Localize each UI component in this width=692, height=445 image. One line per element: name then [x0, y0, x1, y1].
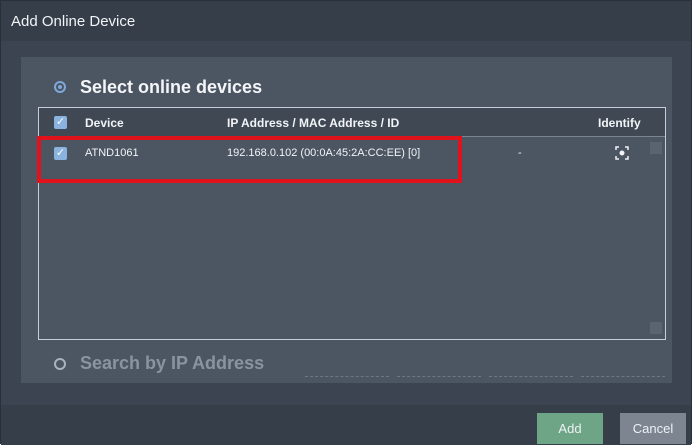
dialog-title: Add Online Device	[11, 12, 136, 30]
dialog-title-bar: Add Online Device	[1, 1, 691, 41]
add-online-device-dialog: Add Online Device Select online devices …	[0, 0, 692, 445]
search-by-ip-radio[interactable]	[54, 358, 66, 370]
device-extra-cell: -	[518, 147, 522, 159]
scroll-up-marker[interactable]	[650, 142, 662, 154]
search-by-ip-label[interactable]: Search by IP Address	[80, 353, 264, 374]
highlight-box	[37, 136, 462, 183]
ip-octet-field-3[interactable]	[489, 376, 573, 377]
column-header-device: Device	[85, 116, 124, 130]
cancel-button[interactable]: Cancel	[620, 413, 686, 444]
select-online-devices-radio[interactable]	[54, 81, 66, 93]
add-button[interactable]: Add	[537, 413, 603, 444]
ip-octet-field-1[interactable]	[305, 376, 389, 377]
select-online-devices-label[interactable]: Select online devices	[80, 77, 262, 98]
identify-icon[interactable]	[615, 146, 629, 160]
ip-octet-field-4[interactable]	[581, 376, 665, 377]
ip-octet-field-2[interactable]	[397, 376, 481, 377]
column-header-ip-address: IP Address / MAC Address / ID	[227, 116, 400, 130]
dialog-footer: Add Cancel	[1, 405, 691, 445]
scroll-down-marker[interactable]	[650, 322, 662, 334]
column-header-identify: Identify	[598, 116, 641, 130]
table-header: ✓ Device IP Address / MAC Address / ID I…	[39, 108, 665, 137]
select-all-checkbox[interactable]: ✓	[54, 116, 67, 129]
